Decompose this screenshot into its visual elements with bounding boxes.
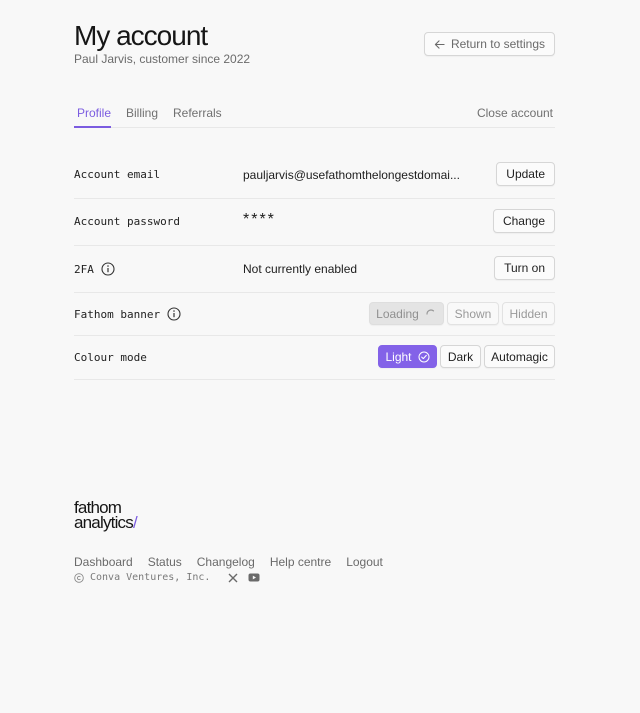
colour-mode-label: Colour mode	[74, 351, 147, 364]
youtube-icon[interactable]	[248, 573, 260, 582]
account-password-label: Account password	[74, 215, 180, 228]
copyright-icon	[74, 572, 84, 583]
banner-loading-button: Loading	[369, 302, 444, 325]
account-email-row: Account email pauljarvis@usefathomthelon…	[74, 152, 555, 199]
colour-light-button[interactable]: Light	[378, 345, 437, 368]
colour-automagic-button[interactable]: Automagic	[484, 345, 555, 368]
copyright-line: Conva Ventures, Inc.	[74, 572, 260, 583]
fathom-banner-label-group: Fathom banner	[74, 307, 181, 321]
colour-light-label: Light	[385, 349, 412, 364]
arrow-left-icon	[434, 39, 445, 50]
page-subtitle: Paul Jarvis, customer since 2022	[74, 52, 251, 66]
colour-mode-row: Colour mode Light Dark Automagic	[74, 336, 555, 380]
banner-loading-label: Loading	[376, 306, 419, 321]
logo-line-2: analytics	[74, 513, 134, 532]
logo-slash: /	[132, 513, 138, 532]
footer-link-help-centre[interactable]: Help centre	[270, 555, 331, 569]
page-header: My account Paul Jarvis, customer since 2…	[74, 20, 555, 80]
twofa-status: Not currently enabled	[243, 262, 358, 276]
colour-mode-toggle: Light Dark Automagic	[378, 345, 555, 368]
check-circle-icon	[418, 351, 430, 363]
logo-line-1: fathom	[74, 498, 122, 517]
return-to-settings-button[interactable]: Return to settings	[423, 32, 555, 56]
twofa-label: 2FA	[74, 262, 94, 276]
banner-hidden-button[interactable]: Hidden	[502, 302, 555, 325]
account-password-value: ****	[243, 211, 276, 228]
active-tab-indicator	[74, 126, 111, 128]
account-tabs: Profile Billing Referrals Close account	[74, 103, 555, 128]
fathom-banner-row: Fathom banner Loading Shown Hidden	[74, 293, 555, 336]
page-title: My account	[74, 20, 208, 51]
account-password-row: Account password **** Change	[74, 199, 555, 246]
footer-link-dashboard[interactable]: Dashboard	[74, 555, 133, 569]
spinner-icon	[425, 308, 437, 320]
tab-referrals[interactable]: Referrals	[173, 106, 222, 120]
return-to-settings-label: Return to settings	[450, 37, 545, 51]
fathom-banner-toggle: Loading Shown Hidden	[369, 302, 555, 325]
account-email-label: Account email	[74, 168, 161, 181]
twofa-row: 2FA Not currently enabled Turn on	[74, 246, 555, 293]
account-settings: Account email pauljarvis@usefathomthelon…	[74, 152, 555, 380]
info-icon[interactable]	[101, 262, 115, 276]
tab-close-account[interactable]: Close account	[477, 106, 553, 120]
footer-link-logout[interactable]: Logout	[346, 555, 383, 569]
copyright-text: Conva Ventures, Inc.	[90, 572, 211, 583]
x-icon[interactable]	[228, 573, 238, 583]
account-email-value: pauljarvis@usefathomthelongestdomai...	[243, 168, 460, 182]
turn-on-2fa-button[interactable]: Turn on	[494, 256, 555, 280]
footer-links: Dashboard Status Changelog Help centre L…	[74, 555, 383, 569]
tab-billing[interactable]: Billing	[126, 106, 158, 120]
banner-shown-button[interactable]: Shown	[447, 302, 499, 325]
footer-link-status[interactable]: Status	[148, 555, 182, 569]
change-password-button[interactable]: Change	[492, 209, 555, 233]
info-icon[interactable]	[167, 307, 181, 321]
footer-link-changelog[interactable]: Changelog	[197, 555, 255, 569]
twofa-label-group: 2FA	[74, 262, 115, 276]
update-email-button[interactable]: Update	[496, 162, 555, 186]
tab-profile[interactable]: Profile	[77, 106, 111, 120]
fathom-banner-label: Fathom banner	[74, 307, 161, 321]
fathom-analytics-logo[interactable]: fathom analytics/	[74, 498, 555, 532]
social-links	[228, 573, 260, 583]
colour-dark-button[interactable]: Dark	[440, 345, 481, 368]
page-footer: fathom analytics/ Dashboard Status Chang…	[74, 498, 555, 583]
